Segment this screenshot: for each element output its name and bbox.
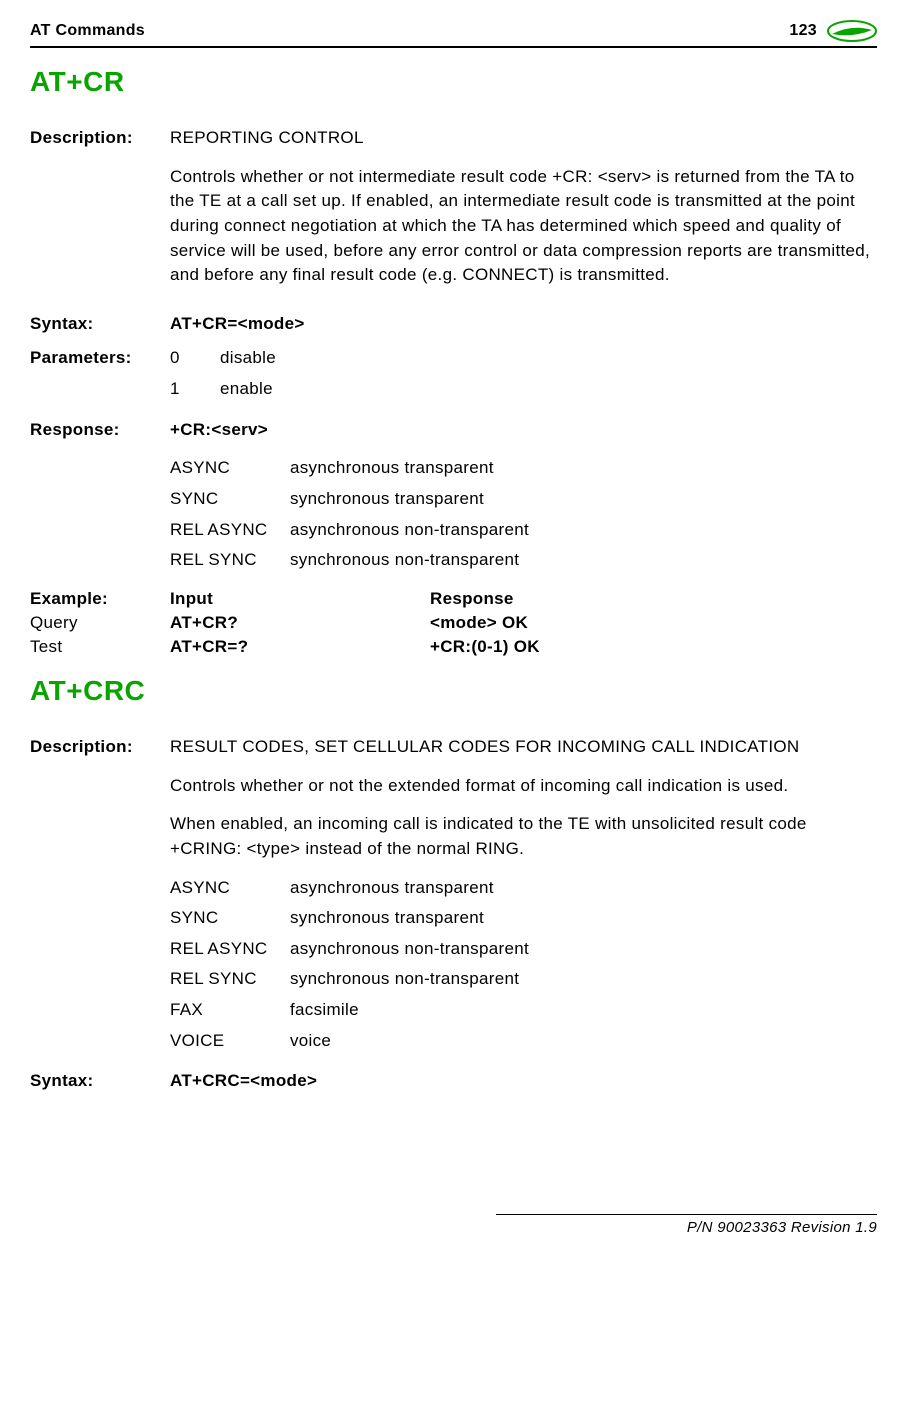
example-type: Query <box>30 613 170 633</box>
description-title: REPORTING CONTROL <box>170 126 877 151</box>
header-right: 123 <box>789 20 877 42</box>
serv-value: synchronous transparent <box>290 487 484 512</box>
example-row: Test AT+CR=? +CR:(0-1) OK <box>30 637 877 657</box>
example-header-row: Example: Input Response <box>30 589 877 609</box>
type-key: SYNC <box>170 906 290 931</box>
description-label: Description: <box>30 126 170 302</box>
description-section: Description: RESULT CODES, SET CELLULAR … <box>30 735 877 1059</box>
header-left: AT Commands <box>30 22 145 40</box>
syntax-value: AT+CR=<mode> <box>170 312 877 337</box>
syntax-section: Syntax: AT+CR=<mode> <box>30 312 877 337</box>
description-content: REPORTING CONTROL Controls whether or no… <box>170 126 877 302</box>
page-number: 123 <box>789 22 817 40</box>
parameters-content: 0 disable 1 enable <box>170 346 877 407</box>
type-key: REL ASYNC <box>170 937 290 962</box>
syntax-section: Syntax: AT+CRC=<mode> <box>30 1069 877 1094</box>
example-input: AT+CR? <box>170 613 430 633</box>
parameters-section: Parameters: 0 disable 1 enable <box>30 346 877 407</box>
type-value: asynchronous transparent <box>290 876 494 901</box>
param-key: 0 <box>170 346 220 371</box>
syntax-label: Syntax: <box>30 312 170 337</box>
serv-row: SYNC synchronous transparent <box>170 487 877 512</box>
description-body: Controls whether or not intermediate res… <box>170 165 877 288</box>
page-header: AT Commands 123 <box>30 20 877 42</box>
example-input-header: Input <box>170 589 430 609</box>
description-content: RESULT CODES, SET CELLULAR CODES FOR INC… <box>170 735 877 1059</box>
description-section: Description: REPORTING CONTROL Controls … <box>30 126 877 302</box>
type-value: synchronous non-transparent <box>290 967 519 992</box>
serv-key: REL ASYNC <box>170 518 290 543</box>
type-value: synchronous transparent <box>290 906 484 931</box>
param-key: 1 <box>170 377 220 402</box>
param-value: enable <box>220 377 273 402</box>
example-label: Example: <box>30 589 170 609</box>
swoosh-logo-icon <box>827 20 877 42</box>
serv-row: REL SYNC synchronous non-transparent <box>170 548 877 573</box>
example-response: +CR:(0-1) OK <box>430 637 877 657</box>
param-row: 0 disable <box>170 346 877 371</box>
response-section: Response: +CR:<serv> ASYNC asynchronous … <box>30 418 877 579</box>
param-value: disable <box>220 346 276 371</box>
type-row: REL ASYNC asynchronous non-transparent <box>170 937 877 962</box>
header-rule <box>30 46 877 48</box>
type-row: ASYNC asynchronous transparent <box>170 876 877 901</box>
serv-row: ASYNC asynchronous transparent <box>170 456 877 481</box>
type-key: VOICE <box>170 1029 290 1054</box>
type-value: facsimile <box>290 998 359 1023</box>
type-value: voice <box>290 1029 331 1054</box>
type-row: VOICE voice <box>170 1029 877 1054</box>
param-row: 1 enable <box>170 377 877 402</box>
example-response-header: Response <box>430 589 877 609</box>
response-head: +CR:<serv> <box>170 418 877 443</box>
page-footer: P/N 90023363 Revision 1.9 <box>496 1214 877 1236</box>
type-row: SYNC synchronous transparent <box>170 906 877 931</box>
description-p2: When enabled, an incoming call is indica… <box>170 812 877 861</box>
command-title-atcr: AT+CR <box>30 66 877 98</box>
type-value: asynchronous non-transparent <box>290 937 529 962</box>
serv-key: ASYNC <box>170 456 290 481</box>
description-label: Description: <box>30 735 170 1059</box>
serv-row: REL ASYNC asynchronous non-transparent <box>170 518 877 543</box>
type-row: FAX facsimile <box>170 998 877 1023</box>
response-label: Response: <box>30 418 170 579</box>
parameters-label: Parameters: <box>30 346 170 407</box>
type-key: FAX <box>170 998 290 1023</box>
command-title-atcrc: AT+CRC <box>30 675 877 707</box>
type-key: REL SYNC <box>170 967 290 992</box>
example-row: Query AT+CR? <mode> OK <box>30 613 877 633</box>
serv-key: SYNC <box>170 487 290 512</box>
serv-key: REL SYNC <box>170 548 290 573</box>
example-response: <mode> OK <box>430 613 877 633</box>
description-title: RESULT CODES, SET CELLULAR CODES FOR INC… <box>170 735 877 760</box>
type-key: ASYNC <box>170 876 290 901</box>
type-row: REL SYNC synchronous non-transparent <box>170 967 877 992</box>
serv-value: synchronous non-transparent <box>290 548 519 573</box>
response-content: +CR:<serv> ASYNC asynchronous transparen… <box>170 418 877 579</box>
serv-value: asynchronous non-transparent <box>290 518 529 543</box>
description-p1: Controls whether or not the extended for… <box>170 774 877 799</box>
syntax-label: Syntax: <box>30 1069 170 1094</box>
example-input: AT+CR=? <box>170 637 430 657</box>
example-type: Test <box>30 637 170 657</box>
syntax-value: AT+CRC=<mode> <box>170 1069 877 1094</box>
serv-value: asynchronous transparent <box>290 456 494 481</box>
